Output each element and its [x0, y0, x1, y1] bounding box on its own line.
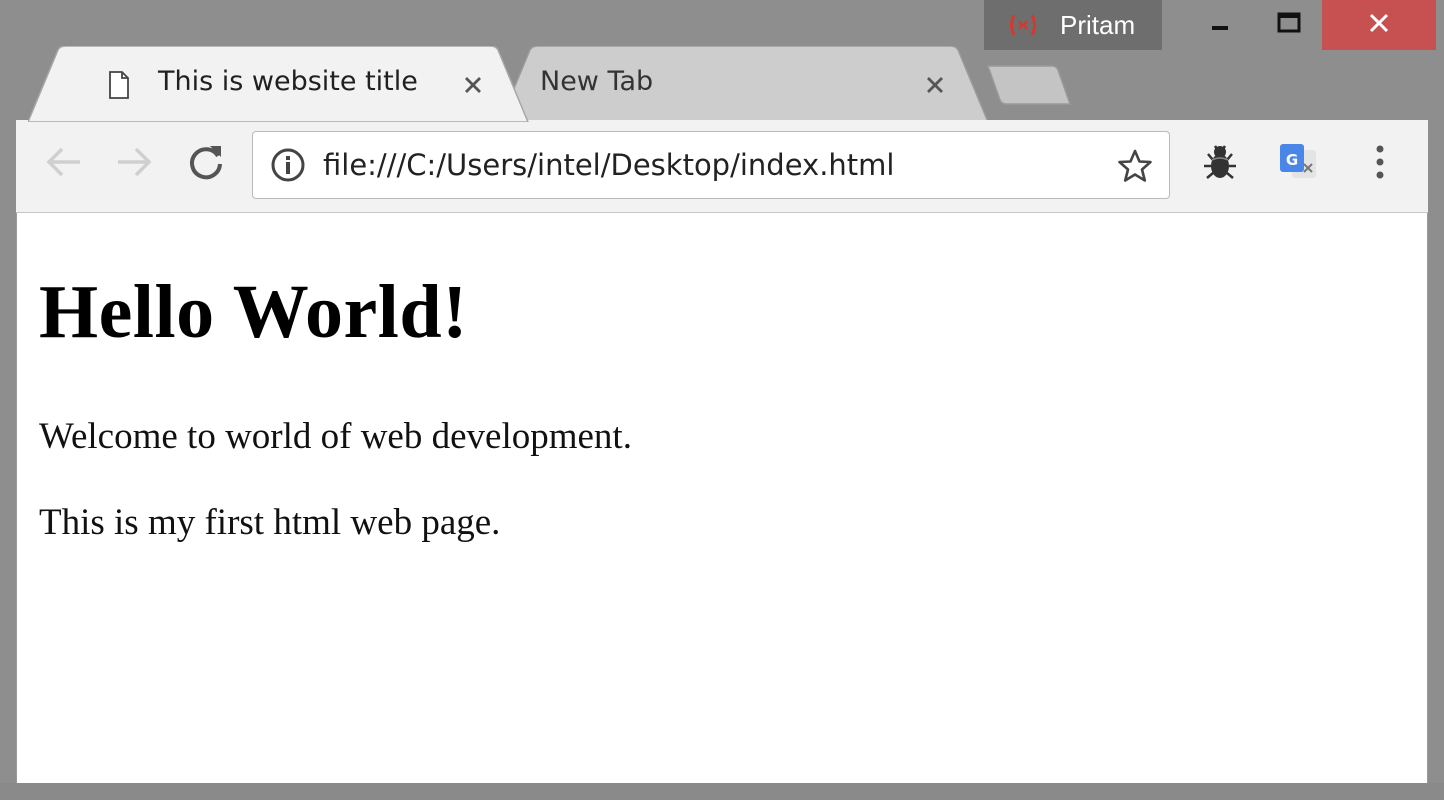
maximize-icon — [1277, 12, 1301, 38]
star-icon[interactable] — [1115, 146, 1155, 186]
bug-extension-button[interactable] — [1196, 140, 1244, 188]
google-translate-icon: G — [1276, 140, 1320, 188]
tab-active[interactable]: This is website title — [28, 46, 532, 122]
page-heading: Hello World! — [39, 270, 468, 354]
svg-text:G: G — [1286, 151, 1298, 169]
menu-button[interactable] — [1356, 140, 1404, 188]
page-viewport: Hello World! Welcome to world of web dev… — [16, 213, 1428, 783]
page-paragraph: This is my first html web page. — [39, 502, 501, 543]
tab-title: This is website title — [158, 66, 418, 97]
close-icon — [1368, 12, 1390, 38]
profile-button[interactable]: Pritam — [984, 0, 1162, 50]
document-icon — [108, 70, 130, 104]
new-tab-button[interactable] — [984, 64, 1074, 112]
address-input[interactable] — [323, 142, 1083, 188]
tab-close-icon[interactable] — [920, 70, 950, 100]
menu-dots-icon — [1374, 142, 1386, 186]
bug-extension-icon — [1198, 140, 1242, 188]
profile-incognito-icon — [1008, 10, 1038, 40]
maximize-button[interactable] — [1258, 0, 1320, 50]
minimize-icon — [1210, 13, 1230, 37]
close-window-button[interactable] — [1322, 0, 1436, 50]
back-arrow-icon — [44, 144, 84, 184]
reload-button[interactable] — [182, 140, 230, 188]
tab-inactive[interactable]: New Tab — [500, 46, 992, 122]
page-paragraph: Welcome to world of web development. — [39, 416, 632, 457]
window-bottom-border — [0, 783, 1444, 800]
back-button[interactable] — [40, 140, 88, 188]
browser-window: Pritam This is website title New Tab fil… — [0, 0, 1444, 800]
forward-arrow-icon — [114, 144, 154, 184]
translate-extension-button[interactable]: G — [1274, 140, 1322, 188]
tab-title: New Tab — [540, 66, 654, 97]
info-icon[interactable] — [269, 146, 307, 184]
address-bar[interactable] — [252, 131, 1170, 199]
reload-icon — [186, 142, 226, 186]
forward-button[interactable] — [110, 140, 158, 188]
browser-toolbar: G — [16, 120, 1428, 213]
profile-name: Pritam — [1060, 9, 1136, 40]
tab-close-icon[interactable] — [458, 70, 488, 100]
minimize-button[interactable] — [1190, 0, 1250, 50]
